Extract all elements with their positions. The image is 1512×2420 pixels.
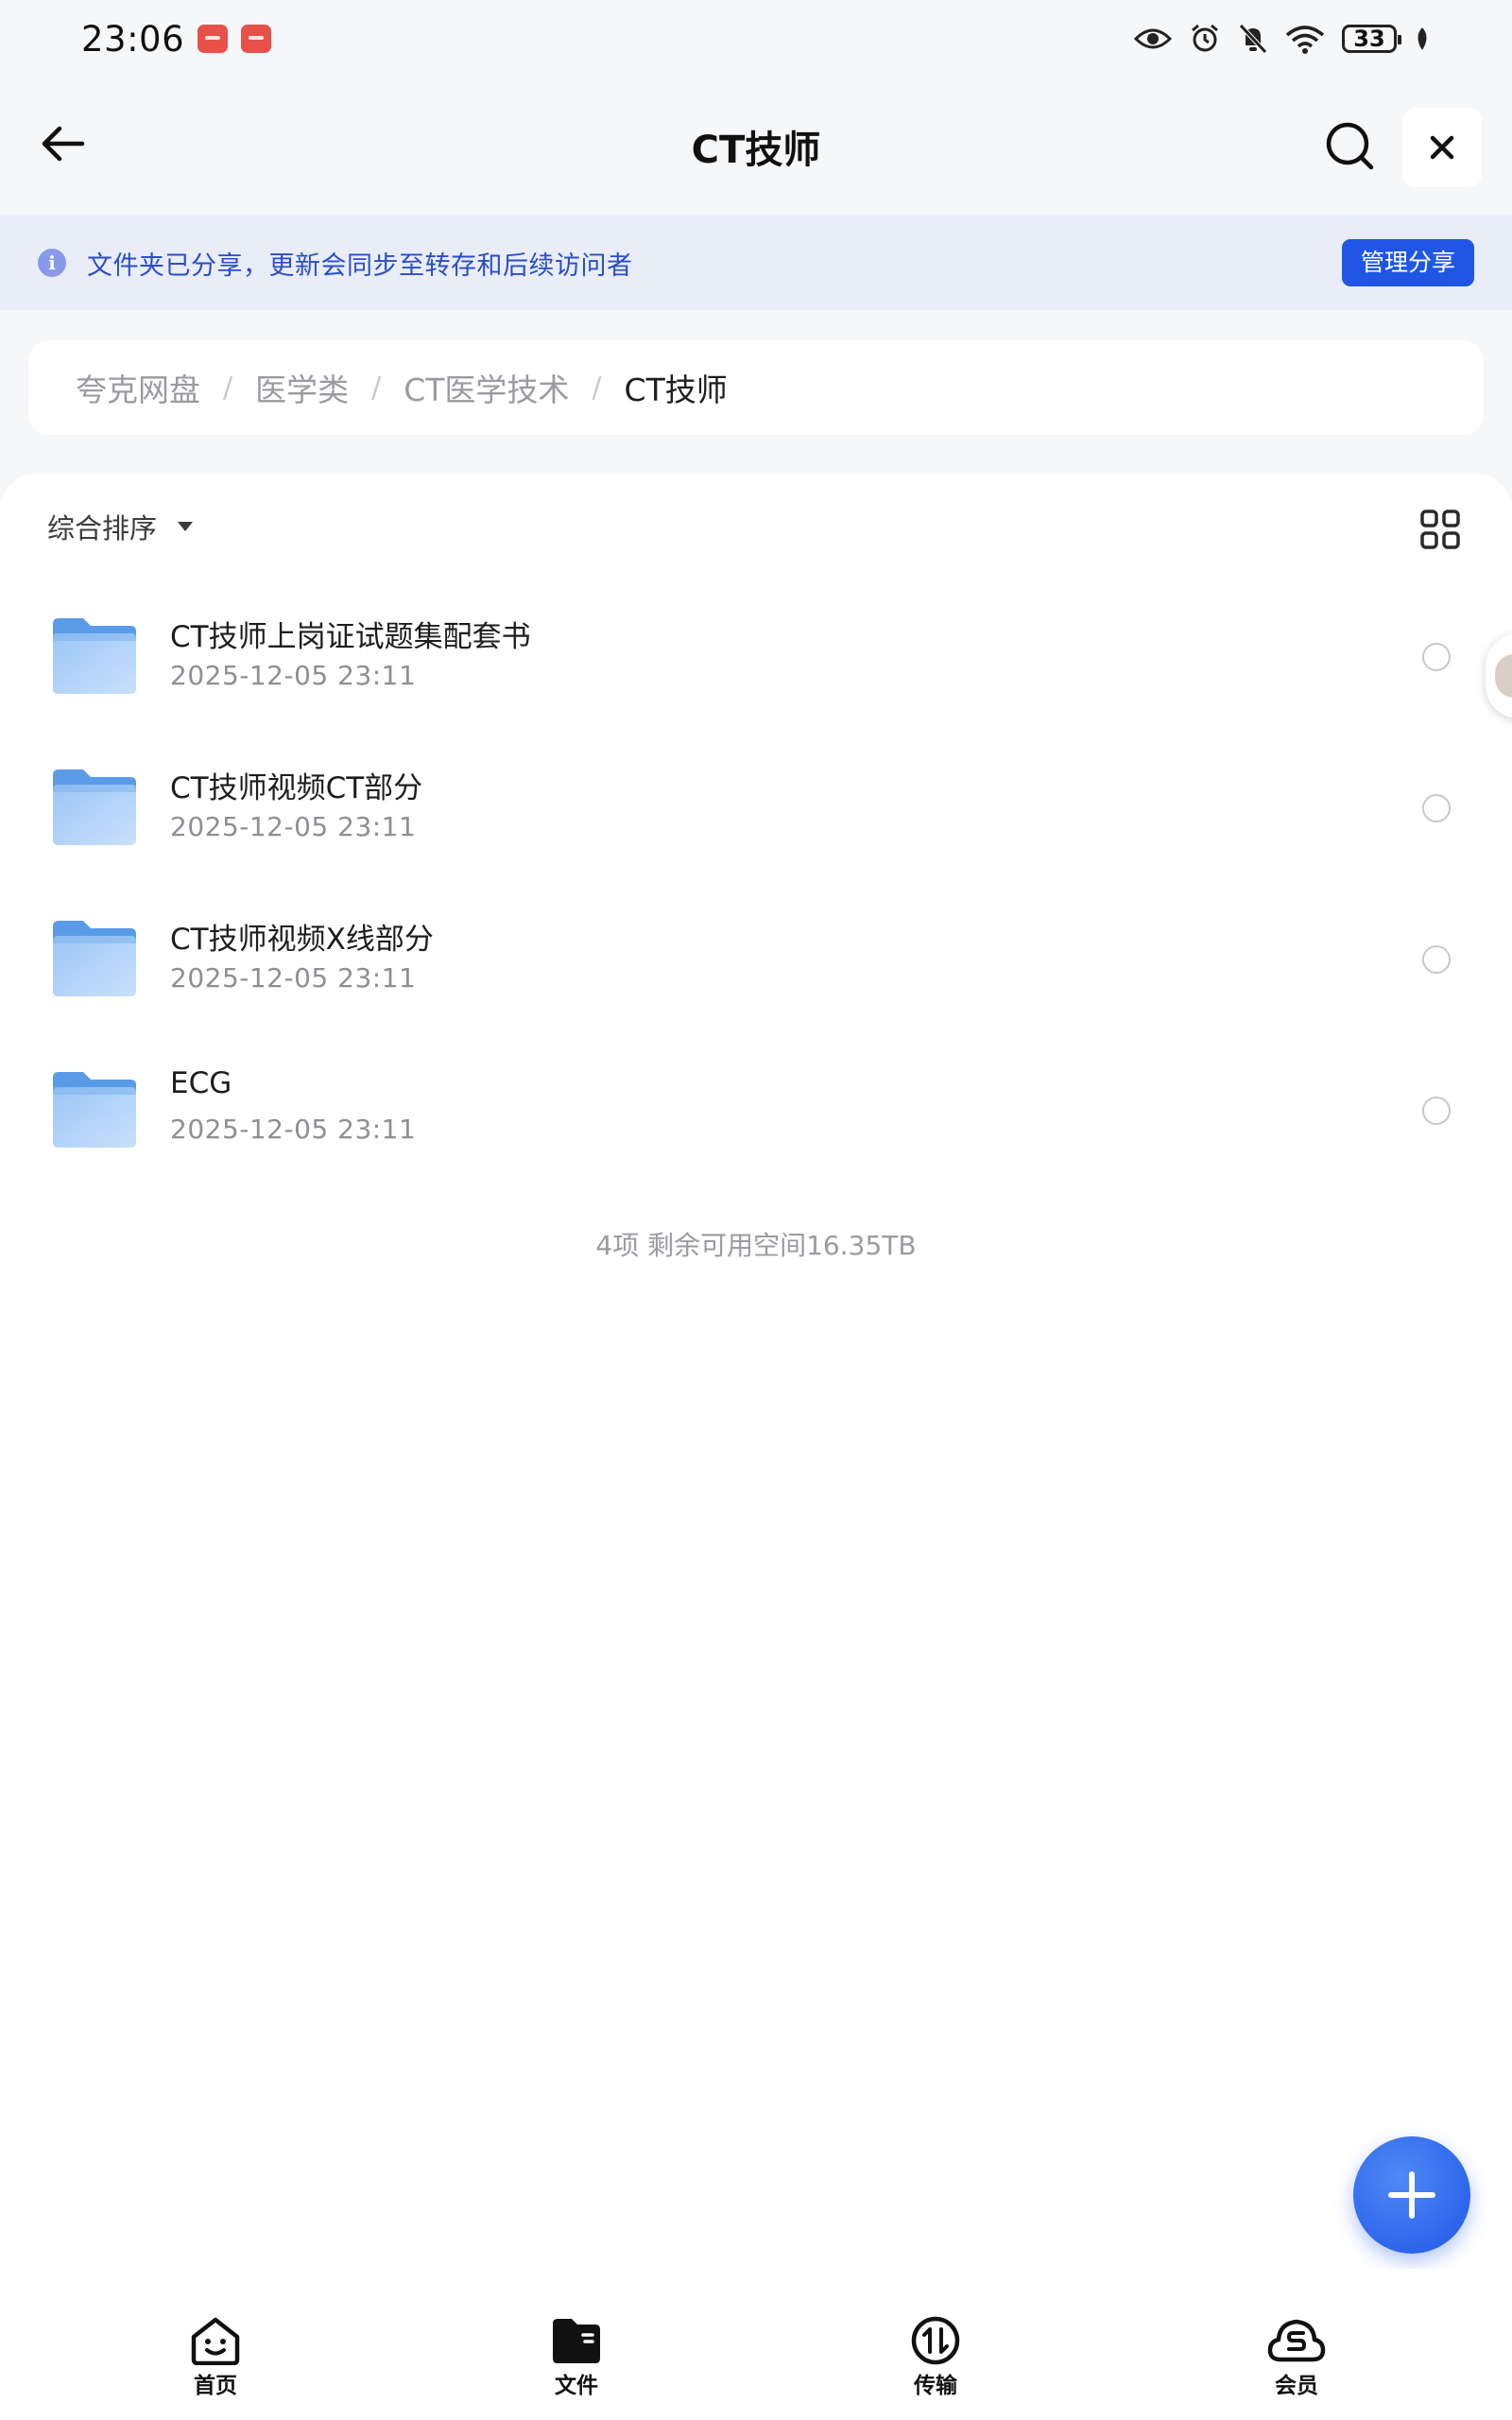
breadcrumb: 夸克网盘 / 医学类 / CT医学技术 / CT技师 [28, 340, 1484, 435]
breadcrumb-item-root[interactable]: 夸克网盘 [76, 365, 200, 410]
share-notice-banner: i 文件夹已分享，更新会同步至转存和后续访问者 管理分享 [0, 216, 1512, 310]
breadcrumb-item-ct-tech[interactable]: CT医学技术 [404, 365, 569, 410]
search-button[interactable] [1319, 115, 1380, 176]
folder-name: ECG [170, 1066, 232, 1100]
close-icon [1430, 135, 1454, 160]
search-icon [1326, 122, 1374, 170]
add-button[interactable] [1353, 2136, 1470, 2254]
close-button[interactable] [1402, 108, 1482, 187]
folder-date: 2025-12-05 23:11 [170, 660, 417, 691]
folder-filled-icon [553, 2319, 600, 2363]
caret-down-icon [178, 522, 194, 531]
page-title: CT技师 [691, 129, 821, 172]
nav-item-transfer[interactable]: 传输 [879, 2316, 992, 2411]
info-icon: i [38, 249, 66, 277]
breadcrumb-separator: / [592, 371, 602, 405]
folder-date: 2025-12-05 23:11 [170, 962, 417, 994]
share-notice-text: 文件夹已分享，更新会同步至转存和后续访问者 [87, 251, 633, 281]
file-list: CT技师上岗证试题集配套书 2025-12-05 23:11 CT技师视频CT部… [0, 596, 1512, 1201]
folder-icon [53, 769, 136, 845]
select-checkbox[interactable] [1422, 945, 1451, 974]
plus-icon [1388, 2171, 1435, 2219]
nav-item-vip[interactable]: 会员 [1240, 2316, 1353, 2411]
breadcrumb-separator: / [223, 371, 233, 405]
folder-icon [53, 1072, 136, 1148]
home-face-icon [191, 2317, 240, 2365]
manage-share-button[interactable]: 管理分享 [1341, 239, 1474, 286]
grid-view-button[interactable] [1418, 507, 1463, 552]
breadcrumb-separator: / [371, 371, 382, 405]
folder-icon [53, 921, 136, 996]
status-indicators: 33 [1134, 23, 1431, 55]
sort-dropdown[interactable]: 综合排序 [47, 507, 194, 546]
breadcrumb-item-current: CT技师 [624, 372, 728, 408]
folder-row[interactable]: CT技师视频CT部分 2025-12-05 23:11 [0, 747, 1512, 898]
nav-label-vip: 会员 [1275, 2374, 1318, 2398]
folder-date: 2025-12-05 23:11 [170, 811, 417, 842]
sort-label: 综合排序 [47, 512, 158, 544]
storage-summary: 4项 剩余可用空间16.35TB [595, 1230, 917, 1261]
file-list-panel: 综合排序 CT技师上岗证试题集配套书 2025-12-05 23:11 CT技师… [0, 473, 1512, 2269]
screen: 23:06 33 CT技师 i 文件夹已分享，更新会同步至转存和后续访问者 管理… [0, 0, 1512, 2420]
folder-icon [53, 618, 136, 694]
folder-name: CT技师上岗证试题集配套书 [170, 620, 531, 654]
folder-row[interactable]: CT技师视频X线部分 2025-12-05 23:11 [0, 898, 1512, 1049]
folder-row[interactable]: CT技师上岗证试题集配套书 2025-12-05 23:11 [0, 596, 1512, 747]
nav-label-home: 首页 [194, 2374, 237, 2398]
app-notification-icon [241, 25, 272, 53]
nav-label-transfer: 传输 [914, 2374, 957, 2398]
alarm-icon [1192, 24, 1218, 52]
breadcrumb-item-medical[interactable]: 医学类 [255, 365, 349, 410]
folder-row[interactable]: ECG 2025-12-05 23:11 [0, 1049, 1512, 1201]
notification-icons [198, 25, 272, 53]
eye-icon [1134, 28, 1172, 49]
wifi-icon [1285, 26, 1325, 54]
mute-bell-icon [1239, 24, 1267, 54]
status-time: 23:06 [81, 18, 185, 60]
title-bar: CT技师 [0, 78, 1512, 216]
select-checkbox[interactable] [1422, 643, 1451, 671]
vip-cloud-icon [1267, 2319, 1326, 2362]
select-checkbox[interactable] [1422, 794, 1451, 822]
status-bar: 23:06 33 [0, 0, 1512, 78]
folder-name: CT技师视频CT部分 [170, 771, 423, 805]
nav-label-files: 文件 [555, 2374, 598, 2398]
app-notification-icon [198, 25, 229, 53]
bottom-navigation: 首页 文件 传输 会员 [0, 2269, 1512, 2420]
folder-date: 2025-12-05 23:11 [170, 1114, 417, 1145]
battery-indicator: 33 [1342, 25, 1401, 53]
leaf-icon [1418, 27, 1427, 50]
nav-item-files[interactable]: 文件 [520, 2316, 633, 2411]
select-checkbox[interactable] [1422, 1097, 1451, 1125]
grid-view-icon [1420, 510, 1460, 549]
folder-name: CT技师视频X线部分 [170, 923, 434, 957]
battery-level: 33 [1353, 26, 1385, 52]
transfer-icon [911, 2316, 960, 2365]
nav-item-home[interactable]: 首页 [159, 2316, 272, 2411]
